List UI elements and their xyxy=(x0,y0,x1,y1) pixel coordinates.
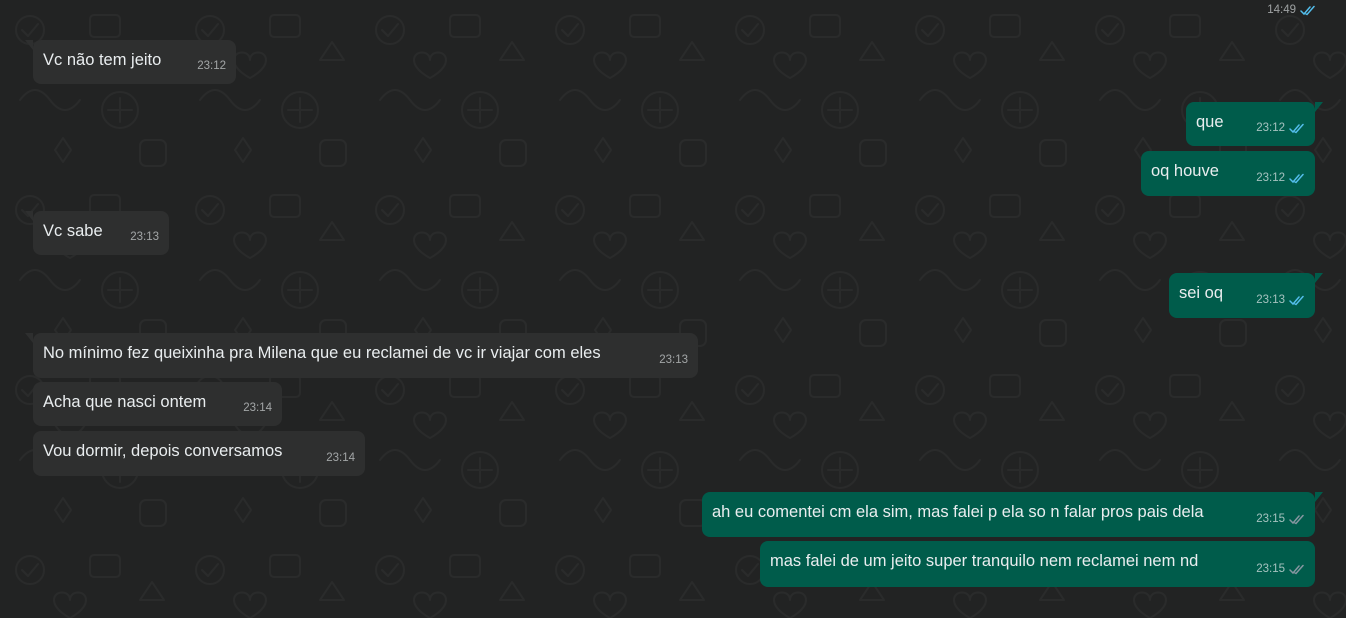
previous-message-meta: 14:49 xyxy=(1267,4,1316,16)
bubble-tail xyxy=(25,333,33,343)
message-text: sei oq xyxy=(1179,284,1224,302)
bubble-tail xyxy=(25,211,33,221)
double-check-icon xyxy=(1289,173,1304,183)
message-time: 23:13 xyxy=(130,231,159,243)
outgoing-message[interactable]: ah eu comentei cm ela sim, mas falei p e… xyxy=(702,492,1323,537)
outgoing-message[interactable]: oq houve 23:12 xyxy=(1141,151,1315,196)
message-list[interactable]: 14:49 Vc não tem jeito 23:12 que 23:12 o… xyxy=(0,0,1346,618)
message-time: 23:12 xyxy=(197,60,226,72)
message-time: 23:12 xyxy=(1256,172,1285,184)
incoming-message[interactable]: Acha que nasci ontem 23:14 xyxy=(33,382,282,426)
message-meta: 23:12 xyxy=(1256,167,1305,189)
message-time: 14:49 xyxy=(1267,4,1296,16)
message-time: 23:14 xyxy=(326,452,355,464)
message-text: No mínimo fez queixinha pra Milena que e… xyxy=(43,344,601,362)
message-text: mas falei de um jeito super tranquilo ne… xyxy=(770,552,1199,570)
message-text: Acha que nasci ontem xyxy=(43,393,207,411)
message-meta: 23:14 xyxy=(326,447,355,469)
outgoing-message[interactable]: mas falei de um jeito super tranquilo ne… xyxy=(760,541,1315,587)
message-meta: 23:15 xyxy=(1256,508,1305,530)
incoming-message[interactable]: Vc não tem jeito 23:12 xyxy=(25,40,236,84)
message-text: Vc sabe xyxy=(43,222,103,240)
double-check-icon xyxy=(1289,564,1304,574)
bubble-tail xyxy=(1315,102,1323,112)
bubble-tail xyxy=(1315,273,1323,283)
message-text: ah eu comentei cm ela sim, mas falei p e… xyxy=(712,503,1204,521)
message-text: Vou dormir, depois conversamos xyxy=(43,442,283,460)
double-check-icon xyxy=(1300,5,1315,15)
message-time: 23:13 xyxy=(1256,294,1285,306)
message-meta: 23:13 xyxy=(130,226,159,248)
double-check-icon xyxy=(1289,123,1304,133)
message-time: 23:14 xyxy=(243,402,272,414)
message-text: Vc não tem jeito xyxy=(43,51,162,69)
message-meta: 23:13 xyxy=(1256,289,1305,311)
message-time: 23:15 xyxy=(1256,513,1285,525)
bubble-tail xyxy=(1315,492,1323,502)
message-meta: 23:15 xyxy=(1256,558,1305,580)
bubble-tail xyxy=(25,40,33,50)
outgoing-message[interactable]: que 23:12 xyxy=(1186,102,1323,146)
message-time: 23:12 xyxy=(1256,122,1285,134)
message-meta: 23:12 xyxy=(1256,117,1305,139)
message-time: 23:13 xyxy=(659,354,688,366)
message-text: oq houve xyxy=(1151,162,1219,180)
incoming-message[interactable]: Vc sabe 23:13 xyxy=(25,211,169,255)
message-text: que xyxy=(1196,113,1224,131)
outgoing-message[interactable]: sei oq 23:13 xyxy=(1169,273,1323,318)
message-meta: 23:14 xyxy=(243,397,272,419)
message-meta: 23:12 xyxy=(197,55,226,77)
incoming-message[interactable]: No mínimo fez queixinha pra Milena que e… xyxy=(25,333,698,378)
incoming-message[interactable]: Vou dormir, depois conversamos 23:14 xyxy=(33,431,365,476)
message-meta: 23:13 xyxy=(659,349,688,371)
double-check-icon xyxy=(1289,295,1304,305)
message-time: 23:15 xyxy=(1256,563,1285,575)
double-check-icon xyxy=(1289,514,1304,524)
